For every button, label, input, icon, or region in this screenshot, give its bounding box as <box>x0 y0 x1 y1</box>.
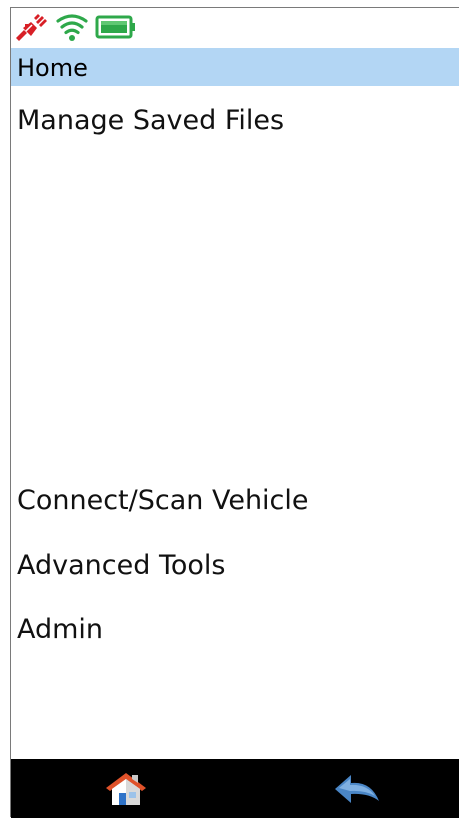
back-icon <box>335 775 379 803</box>
page-title: Home <box>17 54 88 82</box>
battery-icon <box>95 15 135 39</box>
home-icon <box>106 773 146 805</box>
back-button[interactable] <box>327 767 387 811</box>
menu-item-advanced-tools[interactable]: Advanced Tools <box>17 550 447 582</box>
menu-item-admin[interactable]: Admin <box>17 614 447 646</box>
title-bar: Home <box>11 48 459 86</box>
bottom-nav-bar <box>11 759 459 818</box>
home-button[interactable] <box>96 767 156 811</box>
status-bar <box>11 8 459 46</box>
disconnected-plug-icon <box>16 14 47 41</box>
device-screen: Home Manage Saved Files Connect/Scan Veh… <box>10 7 459 818</box>
menu-item-manage-saved-files[interactable]: Manage Saved Files <box>17 105 447 137</box>
menu-item-connect-scan-vehicle[interactable]: Connect/Scan Vehicle <box>17 485 447 517</box>
wifi-icon <box>56 14 88 41</box>
